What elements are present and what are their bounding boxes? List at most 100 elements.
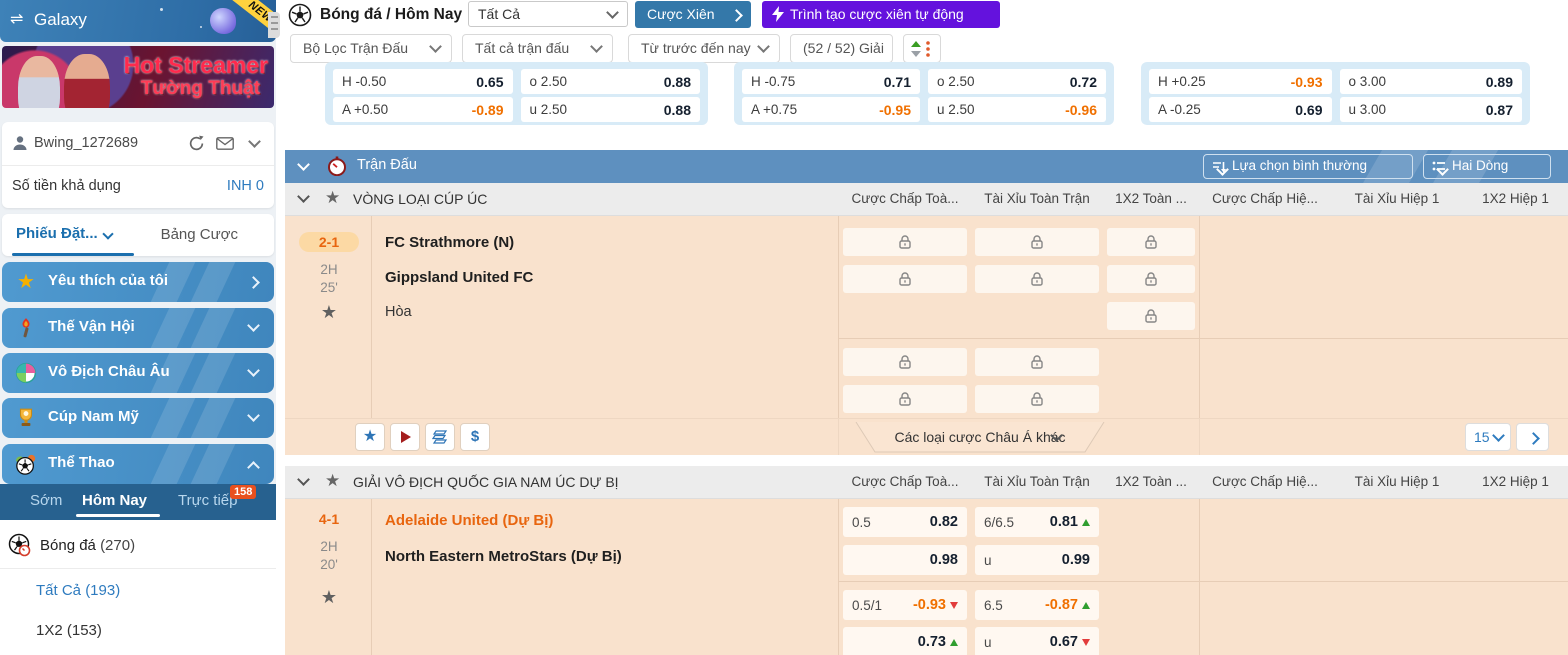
locked-odds-cell[interactable] — [975, 228, 1099, 256]
odds-cell[interactable]: H -0.500.65 — [333, 69, 513, 94]
locked-odds-cell[interactable] — [1107, 302, 1195, 330]
mail-icon[interactable] — [216, 137, 234, 150]
locked-odds-cell[interactable] — [975, 265, 1099, 293]
tab-betslip[interactable]: Phiếu Đặt... — [16, 225, 112, 242]
sort-button[interactable] — [903, 34, 941, 63]
odds-cell[interactable]: o 2.500.72 — [928, 69, 1106, 94]
leagues-button[interactable]: (52 / 52) Giải — [790, 34, 893, 63]
locked-odds-cell[interactable] — [975, 385, 1099, 413]
league-star-icon[interactable]: ★ — [325, 188, 340, 208]
draw-label[interactable]: Hòa — [385, 304, 412, 320]
balance-value: INH 0 — [227, 178, 264, 194]
time-range-dropdown[interactable]: Từ trước đến nay — [628, 34, 780, 63]
promo-banner[interactable]: Hot Streamer Tường Thuật — [2, 46, 274, 108]
away-team[interactable]: North Eastern MetroStars (Dự Bị) — [385, 548, 622, 565]
sidebar-item-olympics[interactable]: Thế Vận Hội — [2, 308, 274, 348]
away-team[interactable]: Gippsland United FC — [385, 269, 533, 286]
subtab-today[interactable]: Hôm Nay — [82, 492, 147, 509]
column-header: Cược Chấp Toà... — [843, 474, 967, 489]
favorite-star-icon[interactable]: ★ — [299, 587, 359, 608]
brand-logo[interactable]: ⇌ Galaxy NEW — [0, 0, 276, 42]
trophy-icon — [15, 407, 37, 429]
odds-cell[interactable]: H -0.750.71 — [742, 69, 920, 94]
odds-cell[interactable]: A -0.250.69 — [1149, 97, 1332, 122]
active-subtab-underline — [76, 514, 160, 517]
home-team[interactable]: Adelaide United (Dự Bị) — [385, 512, 553, 529]
sidebar-item-copa[interactable]: Cúp Nam Mỹ — [2, 398, 274, 438]
odds-cell[interactable]: u 3.000.87 — [1340, 97, 1523, 122]
column-header: Tài Xỉu Toàn Trận — [975, 474, 1099, 489]
locked-odds-cell[interactable] — [843, 265, 967, 293]
cashout-button[interactable]: $ — [460, 423, 490, 451]
sport-count: (270) — [100, 537, 135, 554]
locked-odds-cell[interactable] — [843, 385, 967, 413]
all-matches-dropdown[interactable]: Tất cả trận đấu — [462, 34, 613, 63]
stats-button[interactable] — [425, 423, 455, 451]
filter-1x2[interactable]: 1X2 (153) — [36, 622, 102, 639]
league-star-icon[interactable]: ★ — [325, 471, 340, 491]
chevron-down-icon — [590, 40, 603, 53]
odds-cell-over[interactable]: 6/6.5 0.81 — [975, 507, 1099, 537]
banner-model-graphic — [18, 56, 60, 108]
collapse-league-chevron-icon[interactable] — [297, 190, 310, 203]
refresh-icon[interactable] — [188, 135, 205, 152]
sport-list: Bóng đá (270) Tất Cả (193) 1X2 (153) — [0, 520, 276, 655]
match-table-header: Trận Đấu Lựa chọn bình thường Hai Dòng — [285, 150, 1568, 183]
odds-up-icon — [950, 639, 958, 646]
home-team[interactable]: FC Strathmore (N) — [385, 234, 514, 251]
sidebar-item-sports[interactable]: Thể Thao — [2, 444, 274, 484]
odds-cell-hdp-away[interactable]: 0.98 — [843, 545, 967, 575]
odds-cell-under[interactable]: u 0.67 — [975, 627, 1099, 655]
odds-cell[interactable]: H +0.25-0.93 — [1149, 69, 1332, 94]
collapse-all-chevron-icon[interactable] — [297, 158, 310, 171]
odds-cell[interactable]: o 2.500.88 — [521, 69, 701, 94]
odds-cell-under[interactable]: u 0.99 — [975, 545, 1099, 575]
odds-cell-hdp-home[interactable]: 0.5 0.82 — [843, 507, 967, 537]
locked-odds-cell[interactable] — [843, 228, 967, 256]
chevron-down-icon — [429, 40, 442, 53]
active-tab-underline — [12, 253, 134, 256]
filter-all[interactable]: Tất Cả (193) — [36, 582, 120, 599]
column-header: Cược Chấp Hiệ... — [1199, 474, 1331, 489]
locked-odds-cell[interactable] — [843, 348, 967, 376]
locked-odds-cell[interactable] — [975, 348, 1099, 376]
odds-up-icon — [1082, 519, 1090, 526]
odds-cell-over[interactable]: 6.5 -0.87 — [975, 590, 1099, 620]
astronaut-graphic — [210, 8, 236, 34]
match-filter-dropdown[interactable]: Bộ Lọc Trận Đấu — [290, 34, 452, 63]
lock-icon — [1143, 271, 1159, 287]
football-icon — [288, 3, 312, 27]
odds-cell[interactable]: u 2.500.88 — [521, 97, 701, 122]
subtab-live[interactable]: Trực tiếp — [178, 492, 238, 509]
favorite-button[interactable]: ★ — [355, 423, 385, 451]
account-chevron-icon[interactable] — [248, 135, 261, 148]
odds-cell-hdp-home[interactable]: 0.5/1 -0.93 — [843, 590, 967, 620]
lines-dropdown[interactable]: Hai Dòng — [1423, 154, 1551, 179]
column-header: Cược Chấp Hiệ... — [1199, 191, 1331, 206]
sidebar-item-euro[interactable]: Vô Địch Châu Âu — [2, 353, 274, 393]
odds-cell[interactable]: o 3.000.89 — [1340, 69, 1523, 94]
locked-odds-cell[interactable] — [1107, 228, 1195, 256]
tab-bet-list[interactable]: Bảng Cược — [161, 226, 238, 243]
odds-mode-dropdown[interactable]: Lựa chọn bình thường — [1203, 154, 1413, 179]
live-stream-button[interactable] — [390, 423, 420, 451]
locked-odds-cell[interactable] — [1107, 265, 1195, 293]
sport-item-football[interactable]: Bóng đá (270) — [8, 530, 268, 564]
subtab-early[interactable]: Sớm — [30, 492, 62, 509]
odds-cell-hdp-away[interactable]: 0.73 — [843, 627, 967, 655]
collapse-league-chevron-icon[interactable] — [297, 473, 310, 486]
auto-parlay-button[interactable]: Trình tạo cược xiên tự động — [762, 1, 1000, 28]
odds-cell[interactable]: A +0.75-0.95 — [742, 97, 920, 122]
parlay-button[interactable]: Cược Xiên — [635, 1, 751, 28]
odds-cell[interactable]: A +0.50-0.89 — [333, 97, 513, 122]
favorite-star-icon[interactable]: ★ — [299, 302, 359, 323]
lock-icon — [897, 234, 913, 250]
more-asian-bets-dropdown[interactable]: Các loại cược Châu Á khác — [855, 422, 1105, 453]
stopwatch-icon — [327, 156, 347, 176]
sidebar-item-favorites[interactable]: ★ Yêu thích của tôi — [2, 262, 274, 302]
odds-cell[interactable]: u 2.50-0.96 — [928, 97, 1106, 122]
page-size-select[interactable]: 15 — [1465, 423, 1511, 451]
next-page-button[interactable] — [1516, 423, 1549, 451]
sidebar-collapse-handle[interactable] — [268, 12, 280, 38]
market-select[interactable]: Tất Cả — [468, 1, 628, 27]
